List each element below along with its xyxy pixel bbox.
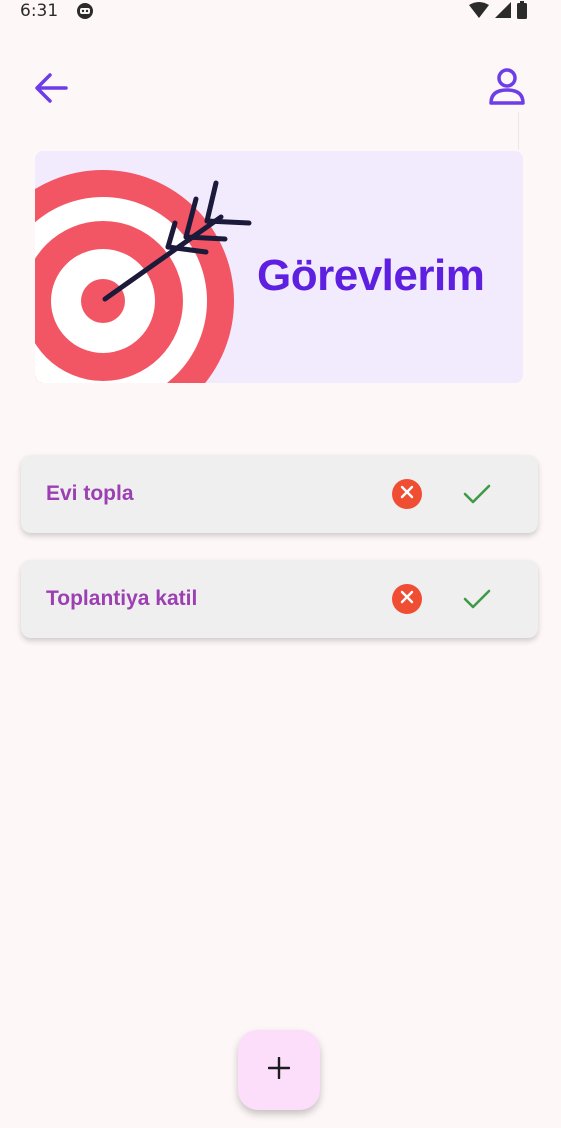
status-time: 6:31 <box>20 1 59 21</box>
delete-task-button[interactable] <box>392 584 422 614</box>
arrow-left-icon <box>32 73 72 112</box>
close-circle-icon <box>400 590 414 609</box>
check-icon <box>461 484 493 513</box>
hero-banner: Görevlerim <box>35 151 523 383</box>
complete-task-button[interactable] <box>461 584 493 614</box>
task-label: Evi topla <box>46 482 134 505</box>
close-circle-icon <box>400 485 414 504</box>
task-card: Evi topla <box>21 455 538 533</box>
plus-icon <box>267 1056 291 1084</box>
wifi-icon <box>469 2 489 18</box>
status-icons <box>469 1 527 19</box>
page-title: Görevlerim <box>257 251 485 300</box>
person-icon <box>486 68 528 112</box>
target-arrow-illustration <box>35 170 252 383</box>
profile-button[interactable] <box>486 66 528 108</box>
divider <box>518 112 519 150</box>
task-label: Toplantiya katil <box>46 587 198 610</box>
back-button[interactable] <box>32 68 72 108</box>
app-icon <box>76 2 94 20</box>
check-icon <box>461 589 493 618</box>
add-task-button[interactable] <box>238 1030 320 1110</box>
task-card: Toplantiya katil <box>21 560 538 638</box>
battery-icon <box>517 1 527 19</box>
status-bar: 6:31 <box>0 0 561 24</box>
delete-task-button[interactable] <box>392 479 422 509</box>
signal-icon <box>495 2 511 18</box>
complete-task-button[interactable] <box>461 479 493 509</box>
